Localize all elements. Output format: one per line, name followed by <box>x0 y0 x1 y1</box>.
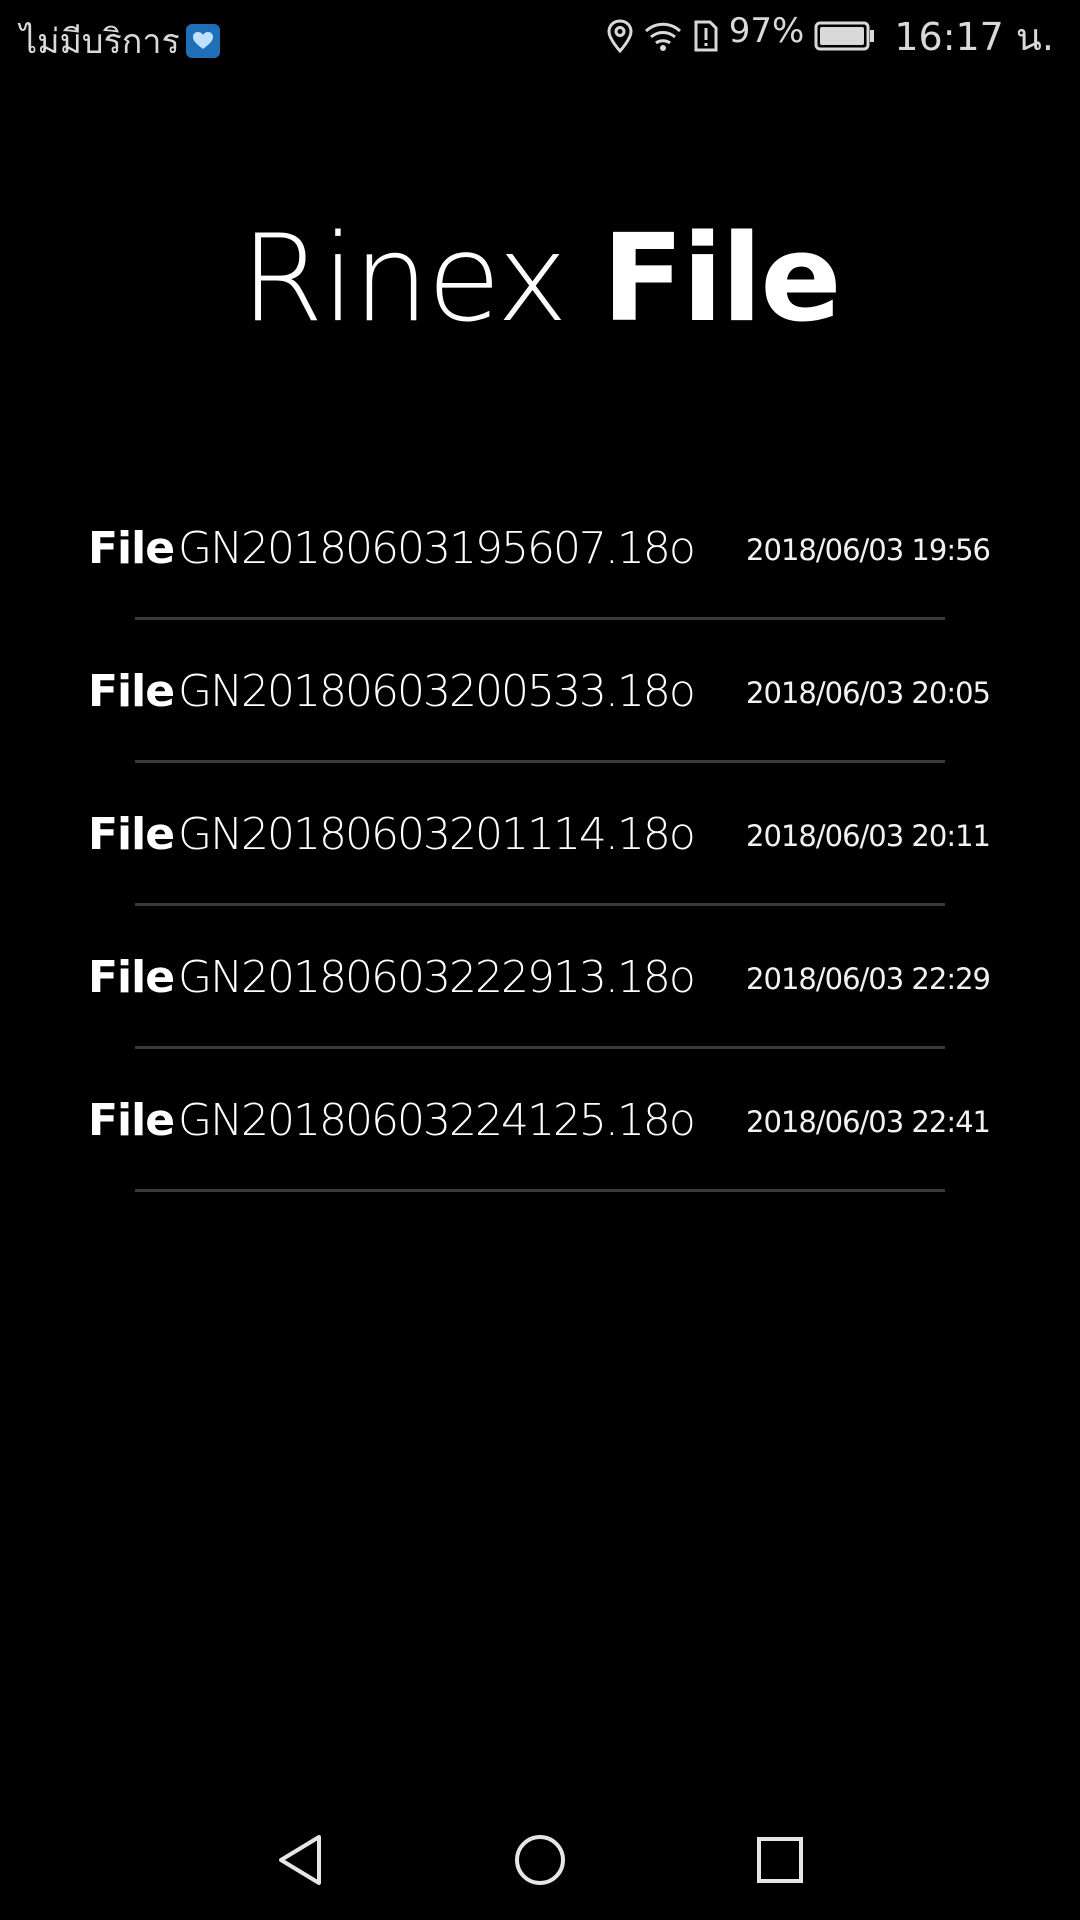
wifi-icon <box>643 19 683 53</box>
recents-button[interactable] <box>748 1828 812 1892</box>
title-light: Rinex <box>240 210 568 349</box>
battery-icon <box>814 21 876 51</box>
file-name: GN20180603224125.18o <box>178 1095 696 1146</box>
file-list: File GN20180603195607.18o 2018/06/03 19:… <box>0 477 1080 1192</box>
carrier-status: ไม่มีบริการ <box>20 14 220 68</box>
location-icon <box>607 19 633 53</box>
file-date: 2018/06/03 22:41 <box>746 1105 991 1139</box>
file-name: GN20180603200533.18o <box>178 666 696 717</box>
file-prefix: File <box>88 809 175 860</box>
file-prefix: File <box>88 523 175 574</box>
status-bar: ไม่มีบริการ 97% 16:17 น. <box>0 0 1080 72</box>
file-list-item[interactable]: File GN20180603222913.18o 2018/06/03 22:… <box>0 906 1080 1049</box>
file-date: 2018/06/03 19:56 <box>746 533 991 567</box>
home-button[interactable] <box>508 1828 572 1892</box>
back-icon <box>279 1835 321 1885</box>
file-list-item[interactable]: File GN20180603201114.18o 2018/06/03 20:… <box>0 763 1080 906</box>
file-name: GN20180603195607.18o <box>178 523 696 574</box>
title-bold: File <box>602 210 842 349</box>
file-name: GN20180603201114.18o <box>178 809 696 860</box>
file-prefix: File <box>88 952 175 1003</box>
recents-icon <box>757 1837 803 1883</box>
home-icon <box>515 1835 565 1885</box>
file-list-item[interactable]: File GN20180603195607.18o 2018/06/03 19:… <box>0 477 1080 620</box>
clock: 16:17 น. <box>894 14 1054 59</box>
file-prefix: File <box>88 1095 175 1146</box>
carrier-label: ไม่มีบริการ <box>20 22 180 62</box>
sim-alert-icon <box>693 19 719 53</box>
battery-percent: 97% <box>728 11 805 51</box>
file-date: 2018/06/03 20:05 <box>746 676 991 710</box>
file-date: 2018/06/03 20:11 <box>746 819 991 853</box>
page-title: Rinex File <box>0 210 1080 350</box>
file-prefix: File <box>88 666 175 717</box>
file-name: GN20180603222913.18o <box>178 952 696 1003</box>
file-list-item[interactable]: File GN20180603200533.18o 2018/06/03 20:… <box>0 620 1080 763</box>
app-notification-icon <box>185 24 220 58</box>
file-date: 2018/06/03 22:29 <box>746 962 991 996</box>
divider <box>135 1189 945 1192</box>
back-button[interactable] <box>268 1828 332 1892</box>
status-icons: 97% 16:17 น. <box>607 11 1054 60</box>
file-list-item[interactable]: File GN20180603224125.18o 2018/06/03 22:… <box>0 1049 1080 1192</box>
navigation-bar <box>0 1800 1080 1920</box>
